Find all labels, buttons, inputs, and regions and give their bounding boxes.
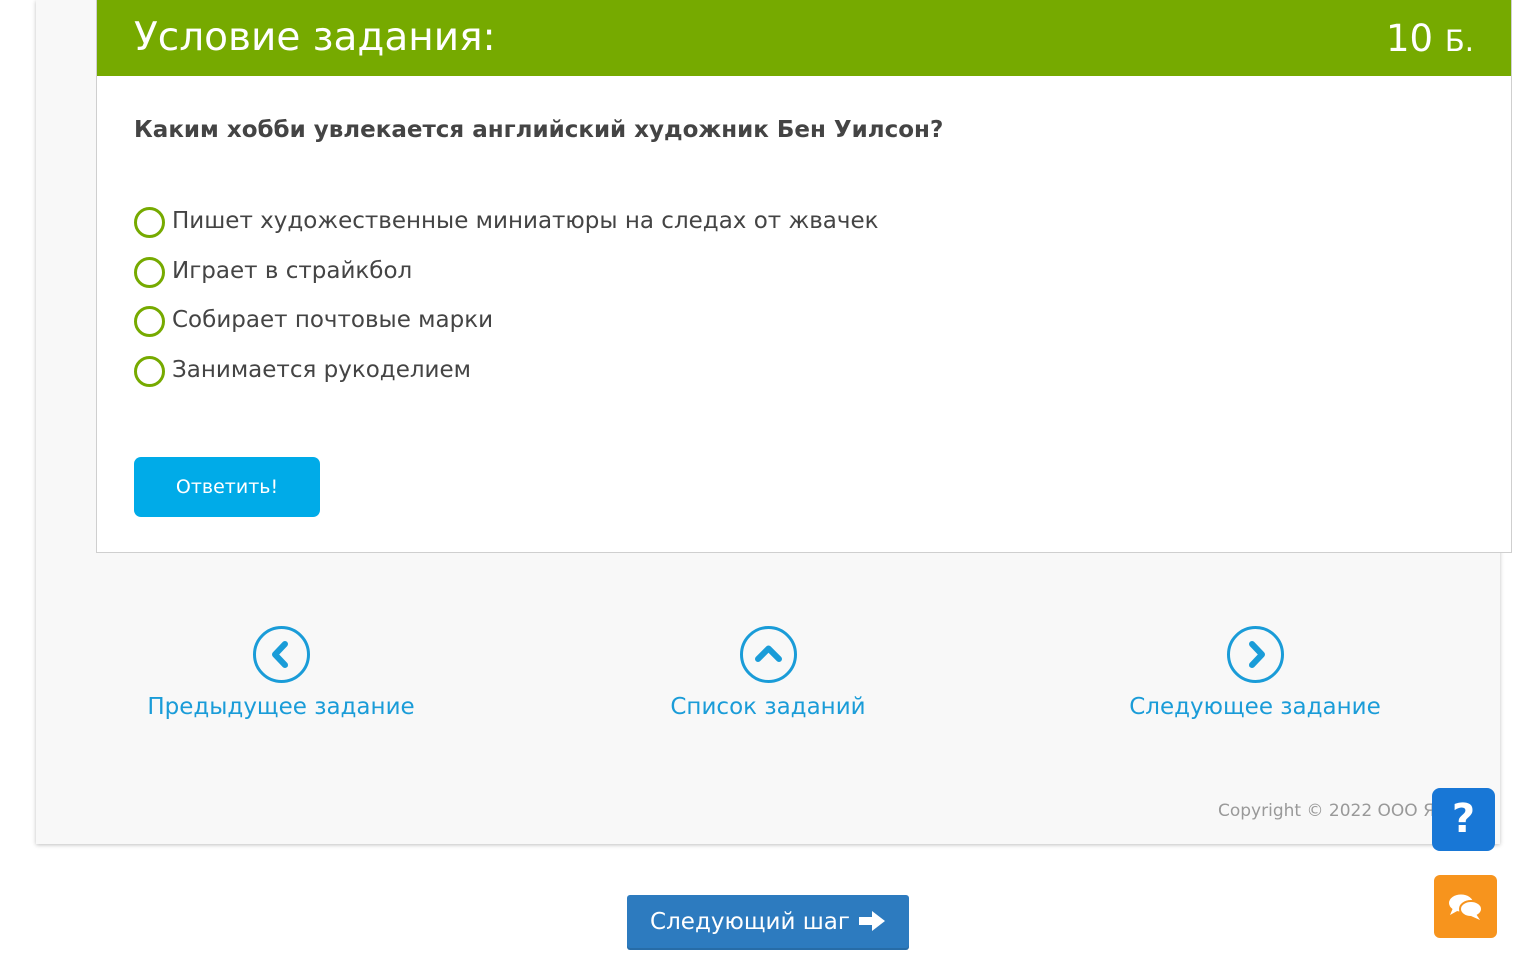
next-step-label: Следующий шаг bbox=[650, 909, 850, 935]
chat-button[interactable] bbox=[1434, 875, 1497, 938]
previous-task-label[interactable]: Предыдущее задание bbox=[81, 691, 481, 723]
copyright-text: Copyright © 2022 ООО ЯК bbox=[1218, 801, 1447, 821]
answer-option-label[interactable]: Занимается рукоделием bbox=[172, 354, 471, 386]
task-list-label[interactable]: Список заданий bbox=[568, 691, 968, 723]
page-card: Условие задания: 10 Б. Каким хобби увлек… bbox=[36, 0, 1512, 844]
chat-bubbles-icon bbox=[1449, 894, 1483, 920]
points-unit: Б. bbox=[1444, 24, 1474, 58]
help-button[interactable]: ? bbox=[1432, 788, 1495, 851]
next-task-label[interactable]: Следующее задание bbox=[1055, 691, 1455, 723]
chevron-left-icon[interactable] bbox=[252, 626, 310, 683]
points-value: 10 bbox=[1386, 17, 1434, 60]
previous-task-link[interactable]: Предыдущее задание bbox=[81, 626, 481, 723]
task-list-link[interactable]: Список заданий bbox=[568, 626, 968, 723]
task-title: Условие задания: bbox=[134, 15, 496, 60]
task-panel: Условие задания: 10 Б. Каким хобби увлек… bbox=[96, 0, 1512, 553]
answer-option-label[interactable]: Пишет художественные миниатюры на следах… bbox=[172, 205, 879, 237]
answer-button[interactable]: Ответить! bbox=[134, 457, 320, 517]
next-step-button[interactable]: Следующий шаг bbox=[627, 895, 909, 950]
arrow-right-icon bbox=[858, 911, 885, 931]
question-text: Каким хобби увлекается английский художн… bbox=[134, 117, 944, 143]
next-task-link[interactable]: Следующее задание bbox=[1055, 626, 1455, 723]
task-header: Условие задания: 10 Б. bbox=[97, 0, 1511, 76]
answer-option-label[interactable]: Собирает почтовые марки bbox=[172, 304, 493, 336]
answer-option-label[interactable]: Играет в страйкбол bbox=[172, 255, 412, 287]
radio-button[interactable] bbox=[134, 256, 165, 288]
chevron-right-icon[interactable] bbox=[1226, 626, 1284, 683]
radio-button[interactable] bbox=[134, 207, 165, 238]
radio-button[interactable] bbox=[134, 355, 165, 387]
chevron-up-icon[interactable] bbox=[739, 626, 797, 683]
task-points: 10 Б. bbox=[1386, 16, 1474, 64]
radio-button[interactable] bbox=[134, 306, 165, 337]
